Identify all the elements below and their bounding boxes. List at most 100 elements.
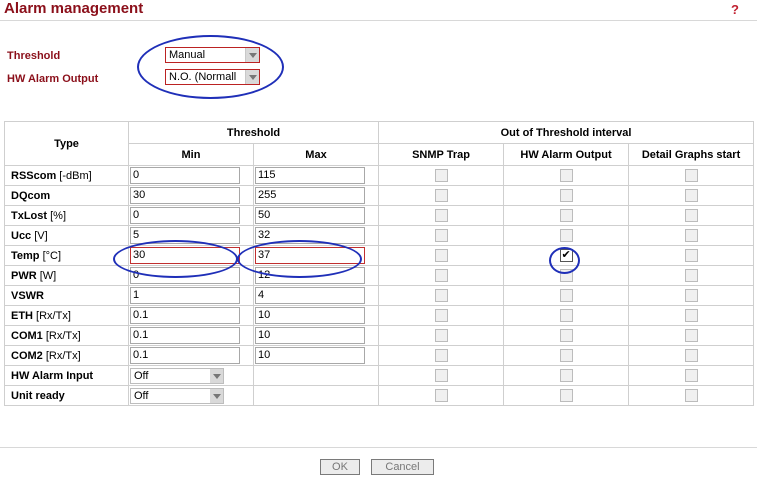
detail-graphs-checkbox[interactable] <box>684 289 698 302</box>
min-cell: 0 <box>128 165 254 186</box>
max-cell: 32 <box>252 225 380 246</box>
detail-graphs-checkbox[interactable] <box>684 209 698 222</box>
min-input[interactable]: 0.1 <box>130 307 240 324</box>
max-input[interactable]: 12 <box>255 267 365 284</box>
state-select[interactable]: Off <box>130 367 224 384</box>
max-input[interactable]: 255 <box>255 187 365 204</box>
min-input[interactable]: 0.1 <box>130 327 240 344</box>
min-input[interactable]: 5 <box>130 227 240 244</box>
snmp-trap-checkbox[interactable] <box>434 289 448 302</box>
threshold-select[interactable]: Manual <box>165 47 260 63</box>
threshold-select-value: Manual <box>169 49 206 61</box>
snmp-trap-cell <box>378 305 505 326</box>
detail-graphs-checkbox[interactable] <box>684 249 698 262</box>
help-icon[interactable]: ? <box>731 2 739 17</box>
detail-graphs-cell <box>628 325 755 346</box>
hw-alarm-cell <box>503 225 630 246</box>
table-row: DQcom 30 255 <box>4 185 755 206</box>
detail-graphs-checkbox[interactable] <box>684 189 698 202</box>
detail-graphs-cell <box>628 185 755 206</box>
hw-alarm-output-checkbox[interactable] <box>559 229 573 242</box>
min-input[interactable]: 0.1 <box>130 347 240 364</box>
state-select[interactable]: Off <box>130 387 224 404</box>
hw-alarm-output-checkbox[interactable] <box>559 349 573 362</box>
hw-alarm-output-checkbox[interactable] <box>559 169 573 182</box>
row-type: Ucc [V] <box>4 225 129 246</box>
min-input[interactable]: 0 <box>130 167 240 184</box>
row-type-name: COM1 <box>11 329 43 342</box>
min-input[interactable]: 30 <box>130 247 240 264</box>
hw-alarm-output-select[interactable]: N.O. (Normall <box>165 69 260 85</box>
snmp-trap-checkbox[interactable] <box>434 189 448 202</box>
table-row: RSScom [-dBm] 0 115 <box>4 165 755 186</box>
min-input[interactable]: 30 <box>130 187 240 204</box>
detail-graphs-cell <box>628 165 755 186</box>
hw-alarm-output-label: HW Alarm Output <box>7 73 99 85</box>
hw-alarm-output-checkbox[interactable] <box>559 389 573 402</box>
table-row: ETH [Rx/Tx] 0.1 10 <box>4 305 755 326</box>
detail-graphs-checkbox[interactable] <box>684 269 698 282</box>
max-input[interactable]: 37 <box>255 247 365 264</box>
snmp-trap-checkbox[interactable] <box>434 249 448 262</box>
empty-cell <box>252 385 380 406</box>
max-input[interactable]: 10 <box>255 347 365 364</box>
max-input[interactable]: 10 <box>255 307 365 324</box>
max-cell: 10 <box>252 325 380 346</box>
max-cell: 50 <box>252 205 380 226</box>
hw-alarm-cell <box>503 305 630 326</box>
max-input[interactable]: 32 <box>255 227 365 244</box>
row-type: HW Alarm Input <box>4 365 129 386</box>
detail-graphs-checkbox[interactable] <box>684 229 698 242</box>
hw-alarm-cell <box>503 185 630 206</box>
detail-graphs-checkbox[interactable] <box>684 329 698 342</box>
snmp-trap-checkbox[interactable] <box>434 229 448 242</box>
hw-alarm-output-checkbox[interactable] <box>559 289 573 302</box>
hw-alarm-cell <box>503 365 630 386</box>
snmp-trap-checkbox[interactable] <box>434 169 448 182</box>
hw-alarm-output-checkbox[interactable] <box>559 309 573 322</box>
snmp-trap-cell <box>378 345 505 366</box>
detail-graphs-cell <box>628 245 755 266</box>
max-cell: 10 <box>252 305 380 326</box>
snmp-trap-checkbox[interactable] <box>434 369 448 382</box>
hw-alarm-output-checkbox[interactable] <box>559 329 573 342</box>
hw-alarm-output-checkbox[interactable] <box>559 269 573 282</box>
detail-graphs-checkbox[interactable] <box>684 349 698 362</box>
row-type-name: TxLost <box>11 209 48 222</box>
snmp-trap-checkbox[interactable] <box>434 329 448 342</box>
hw-alarm-output-checkbox[interactable] <box>559 369 573 382</box>
snmp-trap-checkbox[interactable] <box>434 309 448 322</box>
detail-graphs-checkbox[interactable] <box>684 389 698 402</box>
row-type-name: VSWR <box>11 289 44 302</box>
detail-graphs-checkbox[interactable] <box>684 309 698 322</box>
snmp-trap-cell <box>378 225 505 246</box>
hw-alarm-output-checkbox[interactable] <box>559 209 573 222</box>
hw-alarm-output-checkbox[interactable] <box>559 189 573 202</box>
snmp-trap-cell <box>378 205 505 226</box>
detail-graphs-header: Detail Graphs start <box>628 143 755 166</box>
ok-button[interactable]: OK <box>320 459 360 475</box>
min-input[interactable]: 0 <box>130 267 240 284</box>
table-row: Unit ready Off <box>4 385 755 406</box>
hw-alarm-output-checkbox[interactable] <box>559 248 573 262</box>
chevron-down-icon <box>210 368 223 383</box>
max-input[interactable]: 115 <box>255 167 365 184</box>
min-cell: 30 <box>128 245 254 266</box>
max-input[interactable]: 50 <box>255 207 365 224</box>
min-input[interactable]: 0 <box>130 207 240 224</box>
snmp-trap-checkbox[interactable] <box>434 389 448 402</box>
snmp-trap-checkbox[interactable] <box>434 349 448 362</box>
detail-graphs-cell <box>628 265 755 286</box>
min-input[interactable]: 1 <box>130 287 240 304</box>
hw-alarm-cell <box>503 285 630 306</box>
detail-graphs-checkbox[interactable] <box>684 369 698 382</box>
cancel-button[interactable]: Cancel <box>371 459 434 475</box>
max-cell: 4 <box>252 285 380 306</box>
snmp-trap-checkbox[interactable] <box>434 209 448 222</box>
max-input[interactable]: 4 <box>255 287 365 304</box>
detail-graphs-checkbox[interactable] <box>684 169 698 182</box>
max-input[interactable]: 10 <box>255 327 365 344</box>
chevron-down-icon <box>210 388 223 403</box>
max-cell: 10 <box>252 345 380 366</box>
snmp-trap-checkbox[interactable] <box>434 269 448 282</box>
